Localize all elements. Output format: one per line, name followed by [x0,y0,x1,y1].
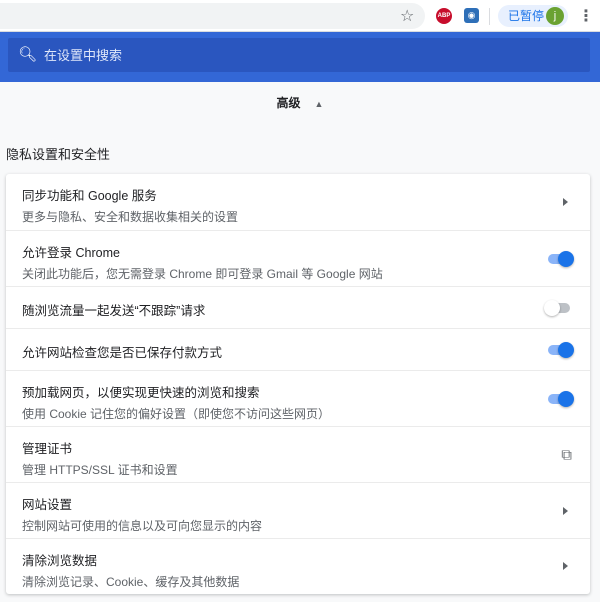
row-subtitle: 管理 HTTPS/SSL 证书和设置 [22,463,178,477]
more-menu-icon[interactable]: ⋮ [578,6,594,26]
row-title: 网站设置 [22,498,73,512]
advanced-label: 高级 [276,96,301,110]
row-title: 管理证书 [22,442,73,456]
adblock-plus-icon[interactable]: ABP [436,8,452,24]
external-link-icon[interactable]: ⧉ [561,446,572,463]
toggle-knob [544,299,560,316]
toggle-knob [558,390,574,407]
advanced-toggle[interactable]: 高级 ▲ [0,94,600,111]
row-subtitle: 清除浏览记录、Cookie、缓存及其他数据 [22,575,240,589]
privacy-card: 同步功能和 Google 服务 更多与隐私、安全和数据收集相关的设置 允许登录 Ch… [6,174,590,594]
row-title: 允许网站检查您是否已保存付款方式 [22,346,223,360]
toggle-switch[interactable] [546,341,574,358]
row-title: 清除浏览数据 [22,554,98,568]
settings-row[interactable]: 同步功能和 Google 服务更多与隐私、安全和数据收集相关的设置 [6,174,590,230]
paused-label: 已暂停 [508,9,545,23]
row-title: 随浏览流量一起发送“不跟踪”请求 [22,304,206,318]
settings-row[interactable]: 允许登录 Chrome 关闭此功能后，您无需登录 Chrome 即可登录 Gmai… [6,230,590,286]
row-subtitle: 控制网站可使用的信息以及可向您显示的内容 [22,519,263,533]
toggle-switch[interactable] [546,390,574,407]
chevron-right-icon[interactable] [563,198,568,206]
row-title: 同步功能和 Google 服务 [22,189,157,203]
row-subtitle: 使用 Cookie 记住您的偏好设置（即使您不访问这些网页） [22,407,331,421]
omnibox[interactable] [0,3,425,29]
search-input[interactable] [44,38,544,72]
bookmark-star-icon[interactable]: ☆ [400,6,414,26]
toggle-switch[interactable] [546,250,574,267]
row-title: 预加载网页，以便实现更快速的浏览和搜索 [22,386,260,400]
search-icon: 🔍︎ [18,46,38,63]
settings-row[interactable]: 网站设置控制网站可使用的信息以及可向您显示的内容 [6,482,590,538]
settings-header: 🔍︎ [0,32,600,82]
caret-up-icon: ▲ [314,99,324,109]
section-title: 隐私设置和安全性 [6,147,111,162]
browser-toolbar: ☆ ABP ◉ 已暂停 j ⋮ [0,0,600,32]
avatar: j [546,7,564,25]
row-subtitle: 更多与隐私、安全和数据收集相关的设置 [22,210,239,224]
toggle-switch[interactable] [544,299,572,316]
extension-icon[interactable]: ◉ [464,8,479,23]
row-title: 允许登录 Chrome [22,246,120,260]
profile-paused-button[interactable]: 已暂停 j [498,5,568,27]
row-subtitle: 关闭此功能后，您无需登录 Chrome 即可登录 Gmail 等 Google … [22,267,383,281]
chevron-right-icon[interactable] [563,506,568,515]
divider [489,8,490,25]
toggle-knob [558,250,574,267]
settings-row[interactable]: 清除浏览数据清除浏览记录、Cookie、缓存及其他数据 [6,538,590,592]
settings-row[interactable]: 随浏览流量一起发送“不跟踪”请求 [6,286,590,328]
settings-row[interactable]: 管理证书管理 HTTPS/SSL 证书和设置 ⧉ [6,426,590,482]
settings-row[interactable]: 允许网站检查您是否已保存付款方式 [6,328,590,370]
toggle-knob [558,341,574,358]
search-box[interactable]: 🔍︎ [8,38,590,72]
settings-row[interactable]: 预加载网页，以便实现更快速的浏览和搜索使用 Cookie 记住您的偏好设置（即使… [6,370,590,426]
chevron-right-icon[interactable] [563,561,568,570]
